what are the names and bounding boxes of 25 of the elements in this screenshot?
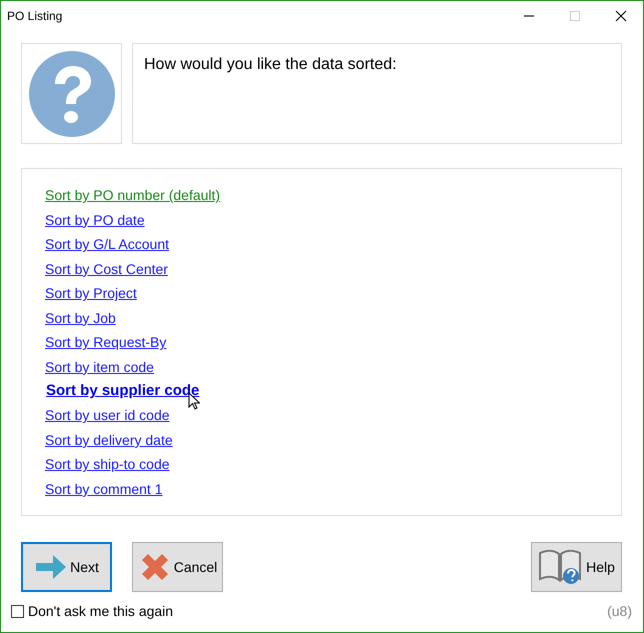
- checkbox-label[interactable]: Don't ask me this again: [28, 603, 174, 619]
- sort-option-link[interactable]: Sort by item code: [45, 358, 154, 375]
- sort-option-link[interactable]: Sort by PO date: [45, 212, 145, 228]
- help-button[interactable]: Help: [531, 542, 622, 592]
- sort-option-link[interactable]: Sort by Job: [45, 310, 116, 326]
- sort-option-link[interactable]: Sort by Cost Center: [45, 260, 168, 277]
- sort-option-link[interactable]: Sort by comment 1: [45, 480, 162, 497]
- arrow-icon: [34, 554, 68, 580]
- cancel-button[interactable]: Cancel: [132, 542, 223, 592]
- close-icon[interactable]: [615, 10, 627, 22]
- sort-option-link[interactable]: Sort by Project: [45, 285, 137, 302]
- maximize-icon: [569, 10, 581, 22]
- sort-option-link[interactable]: Sort by delivery date: [45, 432, 173, 448]
- sort-option-link[interactable]: Sort by Request-By: [45, 334, 166, 350]
- prompt-text: How would you like the data sorted:: [144, 56, 397, 73]
- sort-option-link[interactable]: Sort by G/L Account: [45, 236, 169, 252]
- version-text: (u8): [607, 603, 632, 619]
- question-icon: [28, 50, 114, 136]
- sort-option-link[interactable]: Sort by user id code: [45, 407, 170, 424]
- next-button[interactable]: Next: [21, 542, 112, 592]
- sort-option-link[interactable]: Sort by PO number (default): [45, 187, 220, 204]
- sort-option-link[interactable]: Sort by ship-to code: [45, 456, 170, 472]
- window-title: PO Listing: [7, 8, 62, 22]
- checkbox[interactable]: [11, 604, 24, 618]
- sort-option-link[interactable]: Sort by supplier code: [46, 382, 200, 400]
